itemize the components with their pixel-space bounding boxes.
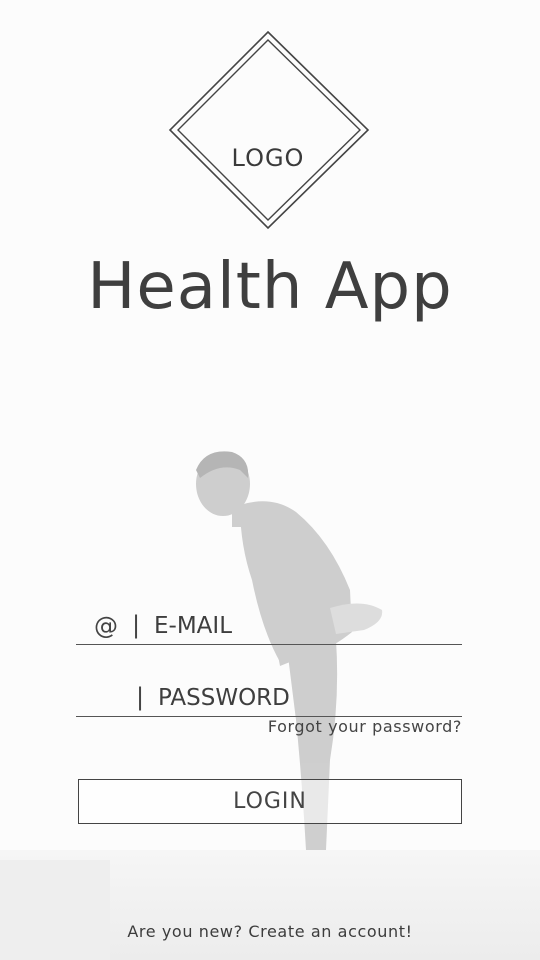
diamond-frame-icon — [168, 30, 370, 230]
logo-text: LOGO — [231, 144, 305, 172]
password-input[interactable] — [158, 682, 454, 714]
email-separator: | — [132, 611, 141, 639]
app-logo: LOGO — [168, 30, 372, 234]
password-separator: | — [136, 683, 145, 711]
login-button[interactable]: LOGIN — [78, 779, 462, 824]
login-screen: LOGO Health App @ | | Forgot your passwo… — [0, 0, 540, 960]
forgot-password-link[interactable]: Forgot your password? — [268, 717, 462, 736]
app-title: Health App — [87, 250, 453, 324]
at-sign-icon: @ — [94, 612, 118, 640]
create-account-link[interactable]: Are you new? Create an account! — [0, 922, 540, 941]
email-field[interactable]: @ | — [76, 600, 462, 645]
password-field[interactable]: | — [76, 672, 462, 717]
email-input[interactable] — [154, 610, 454, 642]
